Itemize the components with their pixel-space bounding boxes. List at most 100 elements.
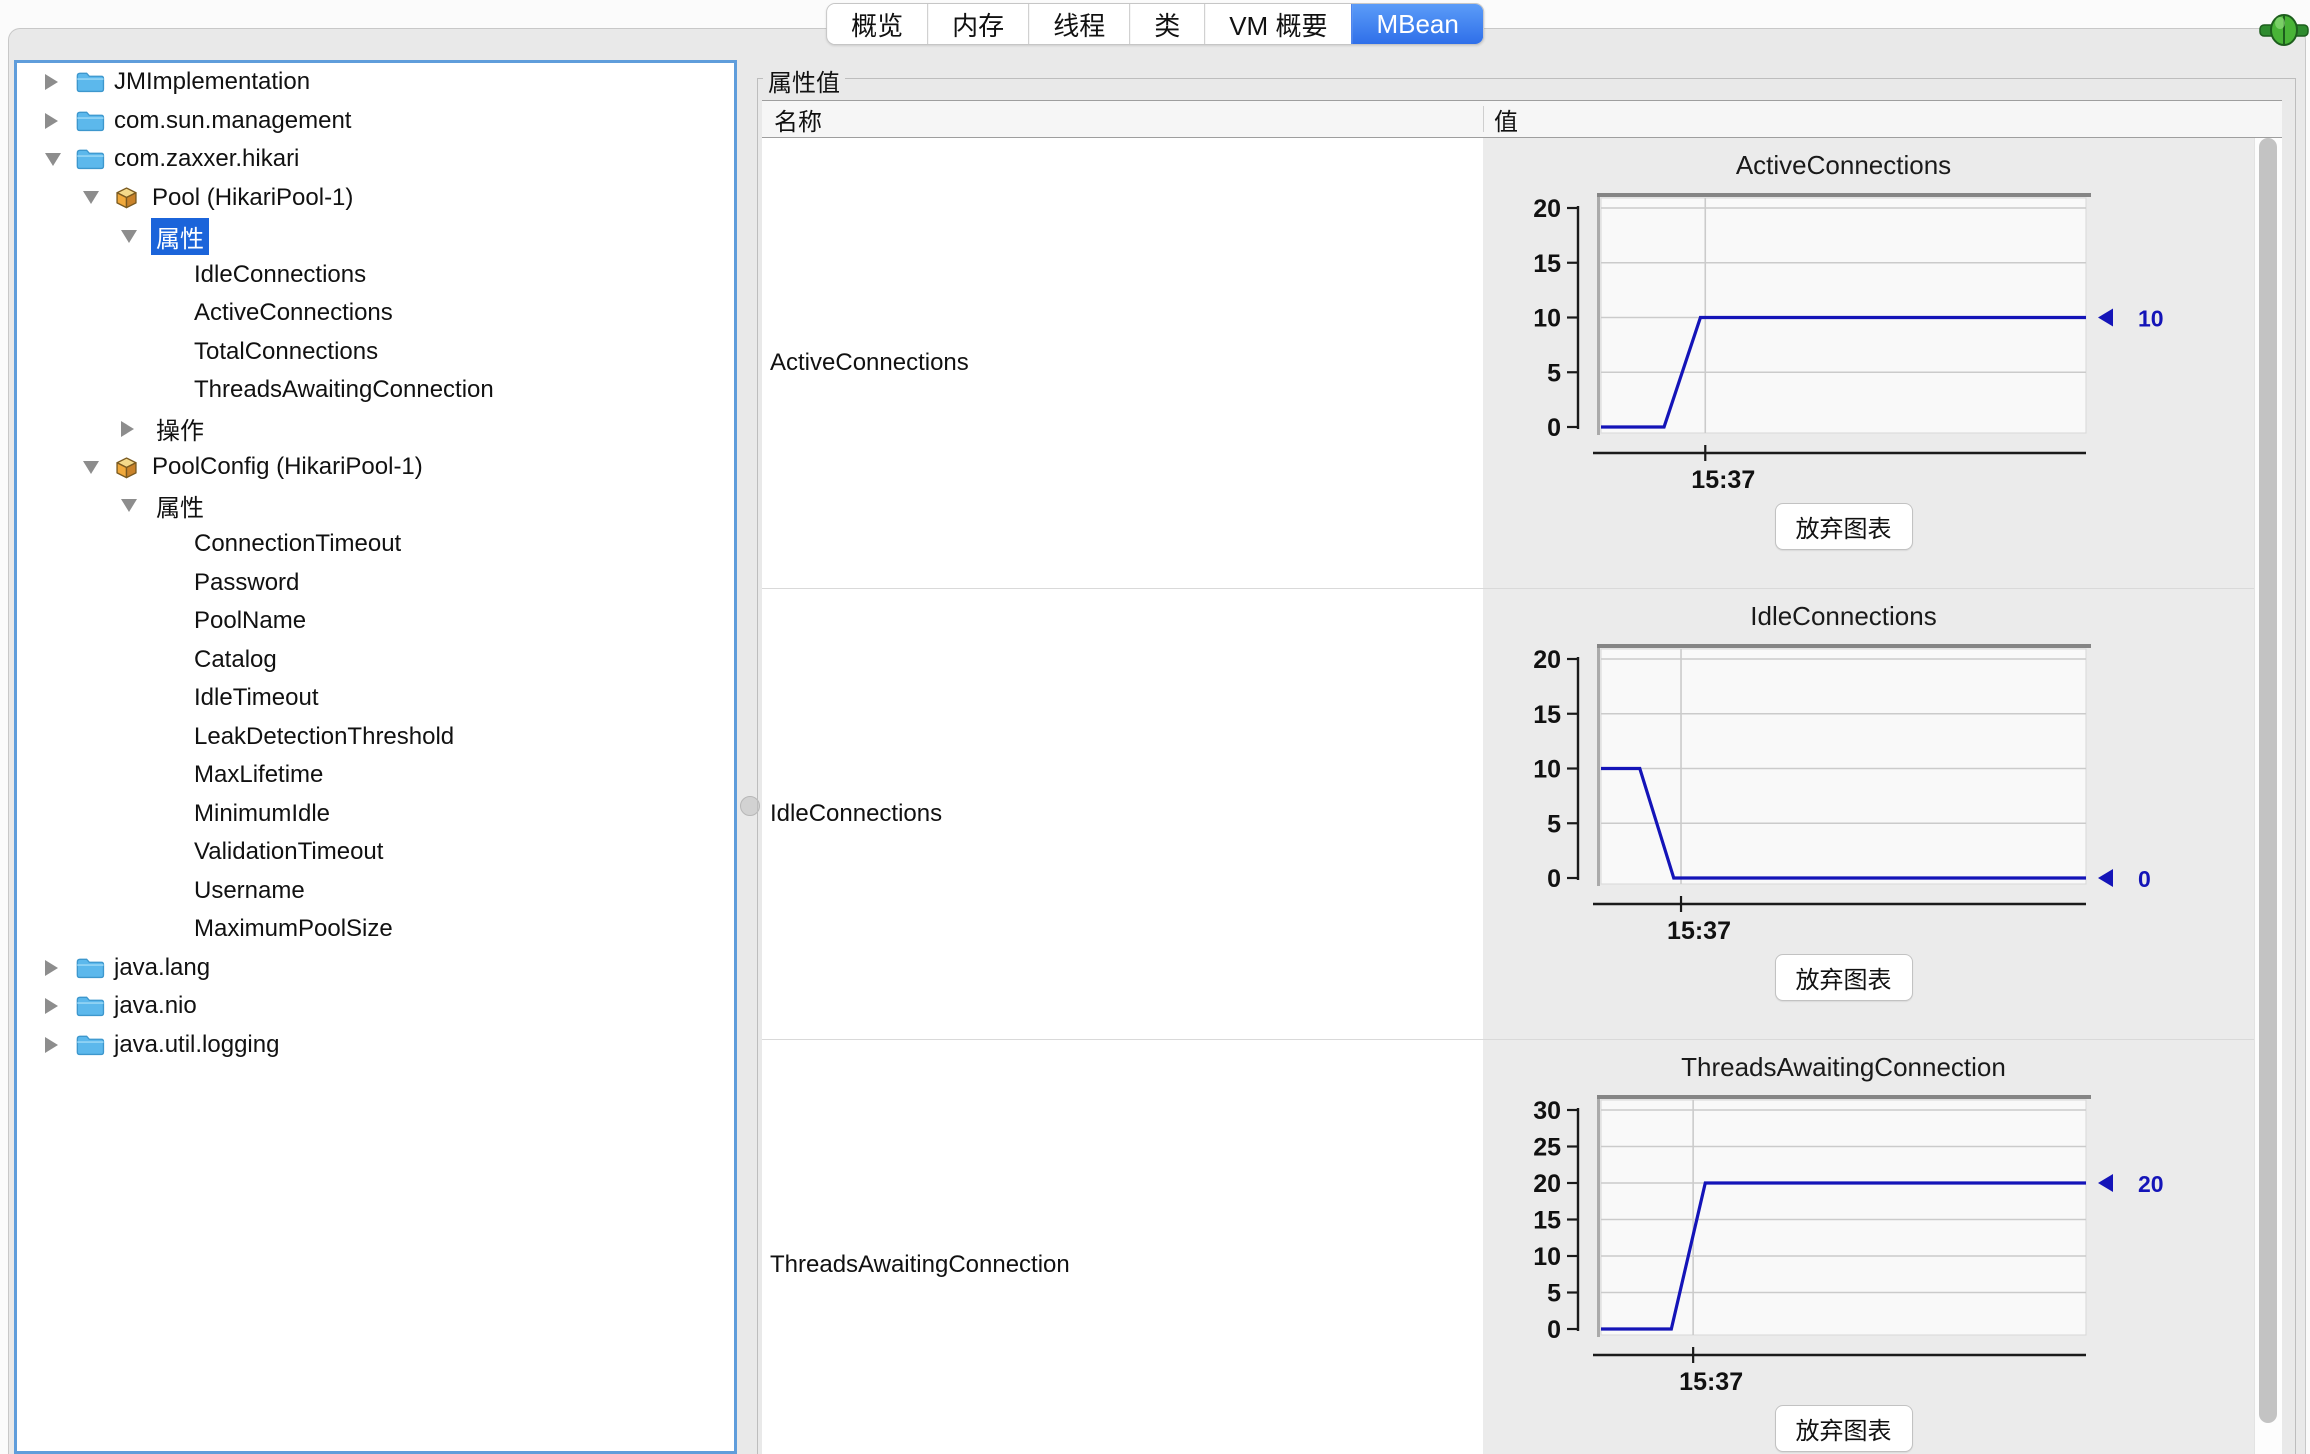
svg-text:20: 20 bbox=[1533, 195, 1561, 223]
tree-item-validationtimeout[interactable]: ValidationTimeout bbox=[17, 833, 734, 872]
svg-text:10: 10 bbox=[1533, 756, 1561, 784]
group-title: 属性值 bbox=[763, 63, 845, 98]
tree-item-java-lang[interactable]: java.lang bbox=[17, 949, 734, 988]
tree-item-pool-hikaripool-1[interactable]: Pool (HikariPool-1) bbox=[17, 179, 734, 218]
folder-icon bbox=[75, 994, 109, 1018]
tree-item-label: Catalog bbox=[189, 645, 282, 675]
tree-item-操作[interactable]: 操作 bbox=[17, 410, 734, 449]
scrollbar-thumb[interactable] bbox=[2259, 138, 2277, 1423]
expand-arrow-icon[interactable] bbox=[45, 113, 58, 129]
svg-text:10: 10 bbox=[1533, 1243, 1561, 1271]
tree-item-password[interactable]: Password bbox=[17, 564, 734, 603]
tree-item-catalog[interactable]: Catalog bbox=[17, 641, 734, 680]
folder-icon bbox=[75, 956, 109, 980]
tree-item-label: Username bbox=[189, 876, 310, 906]
svg-text:15: 15 bbox=[1533, 250, 1561, 278]
tree-item-label: 属性 bbox=[151, 218, 209, 255]
tree-item-label: PoolConfig (HikariPool-1) bbox=[147, 452, 428, 482]
svg-text:0: 0 bbox=[1547, 1316, 1561, 1344]
line-chart: 05101520015:37 bbox=[1483, 641, 2282, 948]
tree-item-label: 操作 bbox=[151, 410, 209, 447]
column-header-value[interactable]: 值 bbox=[1483, 106, 1518, 132]
folder-icon bbox=[75, 70, 109, 94]
attribute-name-cell[interactable]: IdleConnections bbox=[762, 589, 1483, 1039]
svg-text:15:37: 15:37 bbox=[1691, 466, 1755, 492]
jconsole-window: 概览内存线程类VM 概要MBean JMImplementation com.su… bbox=[0, 0, 2310, 1454]
svg-text:5: 5 bbox=[1547, 359, 1561, 387]
tree-item-idletimeout[interactable]: IdleTimeout bbox=[17, 679, 734, 718]
mbean-tree: JMImplementation com.sun.management com.za… bbox=[14, 60, 737, 1454]
tree-item-label: Password bbox=[189, 568, 304, 598]
svg-text:10: 10 bbox=[1533, 305, 1561, 333]
tab-vm-summary[interactable]: VM 概要 bbox=[1204, 4, 1351, 44]
tree-item-com-sun-management[interactable]: com.sun.management bbox=[17, 102, 734, 141]
tree-item-java-util-logging[interactable]: java.util.logging bbox=[17, 1026, 734, 1065]
tree-item-username[interactable]: Username bbox=[17, 872, 734, 911]
expand-arrow-icon[interactable] bbox=[45, 998, 58, 1014]
expand-arrow-icon[interactable] bbox=[45, 960, 58, 976]
folder-icon bbox=[75, 147, 109, 171]
chart-title: ThreadsAwaitingConnection bbox=[1601, 1052, 2086, 1082]
tree-item-totalconnections[interactable]: TotalConnections bbox=[17, 333, 734, 372]
table-header: 名称 值 bbox=[762, 101, 2282, 138]
collapse-arrow-icon[interactable] bbox=[121, 230, 137, 243]
svg-text:15: 15 bbox=[1533, 701, 1561, 729]
collapse-arrow-icon[interactable] bbox=[45, 153, 61, 166]
tree-item-com-zaxxer-hikari[interactable]: com.zaxxer.hikari bbox=[17, 140, 734, 179]
tree-item-label: com.zaxxer.hikari bbox=[109, 144, 304, 174]
tree-item-threadsawaitingconnection[interactable]: ThreadsAwaitingConnection bbox=[17, 371, 734, 410]
svg-text:15:37: 15:37 bbox=[1679, 1368, 1743, 1394]
discard-chart-button[interactable]: 放弃图表 bbox=[1775, 503, 1913, 550]
tab-memory[interactable]: 内存 bbox=[927, 4, 1028, 44]
tree-item-maxlifetime[interactable]: MaxLifetime bbox=[17, 756, 734, 795]
tree-item-activeconnections[interactable]: ActiveConnections bbox=[17, 294, 734, 333]
attribute-name-cell[interactable]: ThreadsAwaitingConnection bbox=[762, 1040, 1483, 1454]
attribute-name-cell[interactable]: ActiveConnections bbox=[762, 138, 1483, 588]
tree-item-label: IdleTimeout bbox=[189, 683, 324, 713]
tree-item-label: ValidationTimeout bbox=[189, 837, 388, 867]
folder-icon bbox=[75, 109, 109, 133]
collapse-arrow-icon[interactable] bbox=[121, 499, 137, 512]
tree-item-minimumidle[interactable]: MinimumIdle bbox=[17, 795, 734, 834]
svg-text:0: 0 bbox=[1547, 865, 1561, 893]
green-plug-icon bbox=[2258, 10, 2310, 50]
tree-item-label: com.sun.management bbox=[109, 106, 356, 136]
tab-classes[interactable]: 类 bbox=[1129, 4, 1204, 44]
tree-item-label: MaxLifetime bbox=[189, 760, 328, 790]
svg-text:5: 5 bbox=[1547, 810, 1561, 838]
svg-text:0: 0 bbox=[1547, 414, 1561, 442]
tree-item-connectiontimeout[interactable]: ConnectionTimeout bbox=[17, 525, 734, 564]
chart-canvas-svg: 0510152025302015:37 bbox=[1483, 1092, 2243, 1394]
tab-overview[interactable]: 概览 bbox=[827, 4, 927, 44]
tree-item-idleconnections[interactable]: IdleConnections bbox=[17, 256, 734, 295]
vertical-scrollbar[interactable] bbox=[2254, 138, 2282, 1454]
tree-item-java-nio[interactable]: java.nio bbox=[17, 987, 734, 1026]
tab-mbean[interactable]: MBean bbox=[1351, 4, 1482, 44]
tree-item-jmimplementation[interactable]: JMImplementation bbox=[17, 63, 734, 102]
svg-text:20: 20 bbox=[2138, 1171, 2164, 1197]
collapse-arrow-icon[interactable] bbox=[83, 191, 99, 204]
collapse-arrow-icon[interactable] bbox=[83, 461, 99, 474]
expand-arrow-icon[interactable] bbox=[45, 74, 58, 90]
expand-arrow-icon[interactable] bbox=[45, 1037, 58, 1053]
tree-item-属性[interactable]: 属性 bbox=[17, 487, 734, 526]
tree-item-label: 属性 bbox=[151, 487, 209, 524]
expand-arrow-icon[interactable] bbox=[121, 421, 134, 437]
tree-item-label: PoolName bbox=[189, 606, 311, 636]
tree-item-maximumpoolsize[interactable]: MaximumPoolSize bbox=[17, 910, 734, 949]
table-row: ThreadsAwaitingConnection ThreadsAwaitin… bbox=[762, 1040, 2282, 1454]
attribute-value-cell: ActiveConnections 051015201015:37 放弃图表 bbox=[1483, 138, 2282, 588]
tab-threads[interactable]: 线程 bbox=[1028, 4, 1129, 44]
chart-canvas-svg: 05101520015:37 bbox=[1483, 641, 2243, 943]
tree-item-poolconfig-hikaripool-1[interactable]: PoolConfig (HikariPool-1) bbox=[17, 448, 734, 487]
tree-item-属性[interactable]: 属性 bbox=[17, 217, 734, 256]
tree-item-poolname[interactable]: PoolName bbox=[17, 602, 734, 641]
tree-item-label: MinimumIdle bbox=[189, 799, 335, 829]
discard-chart-button[interactable]: 放弃图表 bbox=[1775, 954, 1913, 1001]
tree-item-leakdetectionthreshold[interactable]: LeakDetectionThreshold bbox=[17, 718, 734, 757]
tree-item-label: ActiveConnections bbox=[189, 298, 398, 328]
column-header-name[interactable]: 名称 bbox=[762, 102, 1483, 137]
discard-chart-button[interactable]: 放弃图表 bbox=[1775, 1405, 1913, 1452]
svg-text:20: 20 bbox=[1533, 1170, 1561, 1198]
table-row: ActiveConnections ActiveConnections 0510… bbox=[762, 138, 2282, 589]
